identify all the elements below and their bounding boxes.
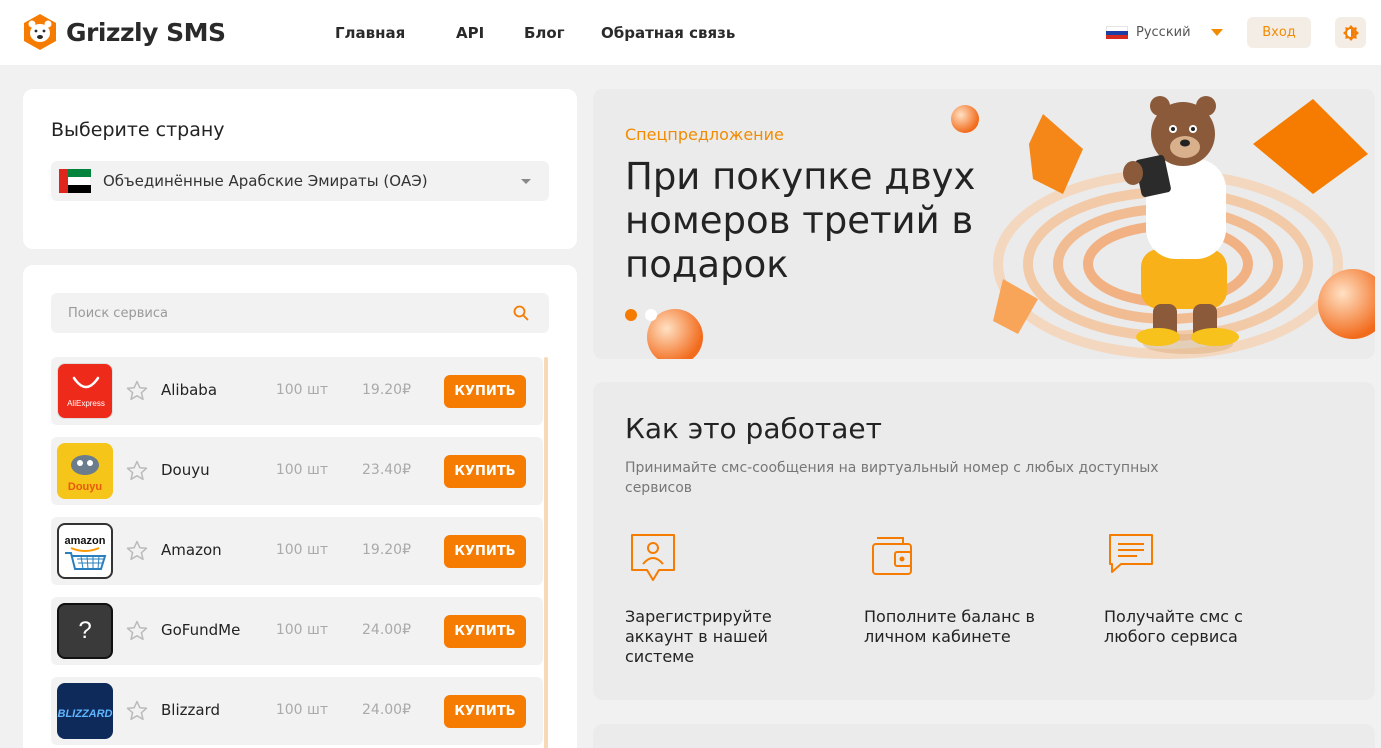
- service-price: 24.00₽: [362, 702, 411, 718]
- nav-home[interactable]: Главная: [335, 24, 405, 42]
- carousel-dot-1[interactable]: [625, 309, 637, 321]
- service-price: 24.00₽: [362, 622, 411, 638]
- nav-api[interactable]: API: [456, 24, 484, 42]
- scrollbar[interactable]: [544, 357, 548, 748]
- language-label: Русский: [1136, 25, 1191, 40]
- how-it-works: Как это работает Принимайте смс-сообщени…: [593, 382, 1375, 700]
- chevron-down-icon: [1210, 29, 1223, 36]
- country-title: Выберите страну: [51, 119, 225, 141]
- service-name: Blizzard: [161, 701, 220, 719]
- service-count: 100 шт: [275, 622, 328, 638]
- user-profile-icon: [631, 534, 675, 581]
- bear-logo-icon: [24, 14, 56, 50]
- service-name: Amazon: [161, 541, 222, 559]
- unknown-service-icon: ?: [57, 603, 113, 659]
- aliexpress-logo-icon: AliExpress: [57, 363, 113, 419]
- carousel-dots: [625, 309, 657, 321]
- promo-title: При покупке двух номеров третий в подаро…: [625, 155, 976, 286]
- theme-toggle-icon: [1342, 24, 1359, 41]
- country-select[interactable]: Объединённые Арабские Эмираты (ОАЭ): [51, 161, 549, 201]
- svg-text:BLIZZARD: BLIZZARD: [58, 708, 113, 720]
- service-name: Alibaba: [161, 381, 218, 399]
- step-2-text: Пополните баланс в личном кабинете: [864, 607, 1035, 646]
- service-name: Douyu: [161, 461, 210, 479]
- nav-feedback[interactable]: Обратная связь: [601, 24, 735, 42]
- step-3-text: Получайте смс с любого сервиса: [1104, 607, 1243, 646]
- uae-flag-icon: [59, 169, 91, 193]
- favorite-star-icon[interactable]: [125, 619, 149, 643]
- wallet-icon: [872, 537, 912, 575]
- promo-kicker: Спецпредложение: [625, 125, 784, 144]
- service-row-douyu: Douyu Douyu 100 шт 23.40₽ КУПИТЬ: [51, 437, 543, 505]
- language-selector[interactable]: Русский: [1106, 25, 1223, 40]
- buy-button[interactable]: КУПИТЬ: [444, 695, 526, 728]
- favorite-star-icon[interactable]: [125, 699, 149, 723]
- favorite-star-icon[interactable]: [125, 379, 149, 403]
- service-row-blizzard: BLIZZARD Blizzard 100 шт 24.00₽ КУПИТЬ: [51, 677, 543, 745]
- search-box: [51, 293, 549, 333]
- promo-banner[interactable]: Спецпредложение При покупке двух номеров…: [593, 89, 1375, 359]
- next-section-card: [593, 724, 1375, 748]
- svg-text:amazon: amazon: [65, 535, 106, 547]
- nav-blog[interactable]: Блог: [524, 24, 565, 42]
- amazon-logo-icon: amazon: [57, 523, 113, 579]
- russia-flag-icon: [1106, 25, 1128, 40]
- message-icon: [1109, 534, 1153, 573]
- search-icon[interactable]: [513, 305, 529, 321]
- service-count: 100 шт: [275, 702, 328, 718]
- selected-country: Объединённые Арабские Эмираты (ОАЭ): [103, 172, 428, 190]
- buy-button[interactable]: КУПИТЬ: [444, 375, 526, 408]
- service-price: 19.20₽: [362, 542, 411, 558]
- douyu-logo-icon: Douyu: [57, 443, 113, 499]
- buy-button[interactable]: КУПИТЬ: [444, 535, 526, 568]
- logo-text: Grizzly SMS: [66, 17, 226, 47]
- logo[interactable]: Grizzly SMS: [22, 12, 226, 52]
- service-row-alibaba: AliExpress Alibaba 100 шт 19.20₽ КУПИТЬ: [51, 357, 543, 425]
- carousel-dot-2[interactable]: [645, 309, 657, 321]
- svg-text:AliExpress: AliExpress: [67, 399, 105, 408]
- service-row-gofundme: ? GoFundMe 100 шт 24.00₽ КУПИТЬ: [51, 597, 543, 665]
- service-price: 19.20₽: [362, 382, 411, 398]
- how-title: Как это работает: [625, 412, 882, 445]
- step-1-text: Зарегистрируйте аккаунт в нашей системе: [625, 607, 772, 666]
- favorite-star-icon[interactable]: [125, 539, 149, 563]
- search-input[interactable]: [51, 293, 501, 333]
- services-card: AliExpress Alibaba 100 шт 19.20₽ КУПИТЬ …: [23, 265, 577, 748]
- service-count: 100 шт: [275, 462, 328, 478]
- service-name: GoFundMe: [161, 621, 241, 639]
- service-count: 100 шт: [275, 542, 328, 558]
- favorite-star-icon[interactable]: [125, 459, 149, 483]
- svg-text:Douyu: Douyu: [68, 481, 102, 493]
- blizzard-logo-icon: BLIZZARD: [57, 683, 113, 739]
- theme-toggle-button[interactable]: [1335, 17, 1366, 48]
- buy-button[interactable]: КУПИТЬ: [444, 615, 526, 648]
- buy-button[interactable]: КУПИТЬ: [444, 455, 526, 488]
- how-subtitle: Принимайте смс-сообщения на виртуальный …: [625, 460, 1159, 496]
- header: Grizzly SMS Главная API Блог Обратная св…: [0, 0, 1381, 65]
- service-count: 100 шт: [275, 382, 328, 398]
- chevron-down-icon: [521, 179, 531, 184]
- service-price: 23.40₽: [362, 462, 411, 478]
- login-button[interactable]: Вход: [1247, 17, 1311, 48]
- service-row-amazon: amazon Amazon 100 шт 19.20₽ КУПИТЬ: [51, 517, 543, 585]
- country-card: Выберите страну Объединённые Арабские Эм…: [23, 89, 577, 249]
